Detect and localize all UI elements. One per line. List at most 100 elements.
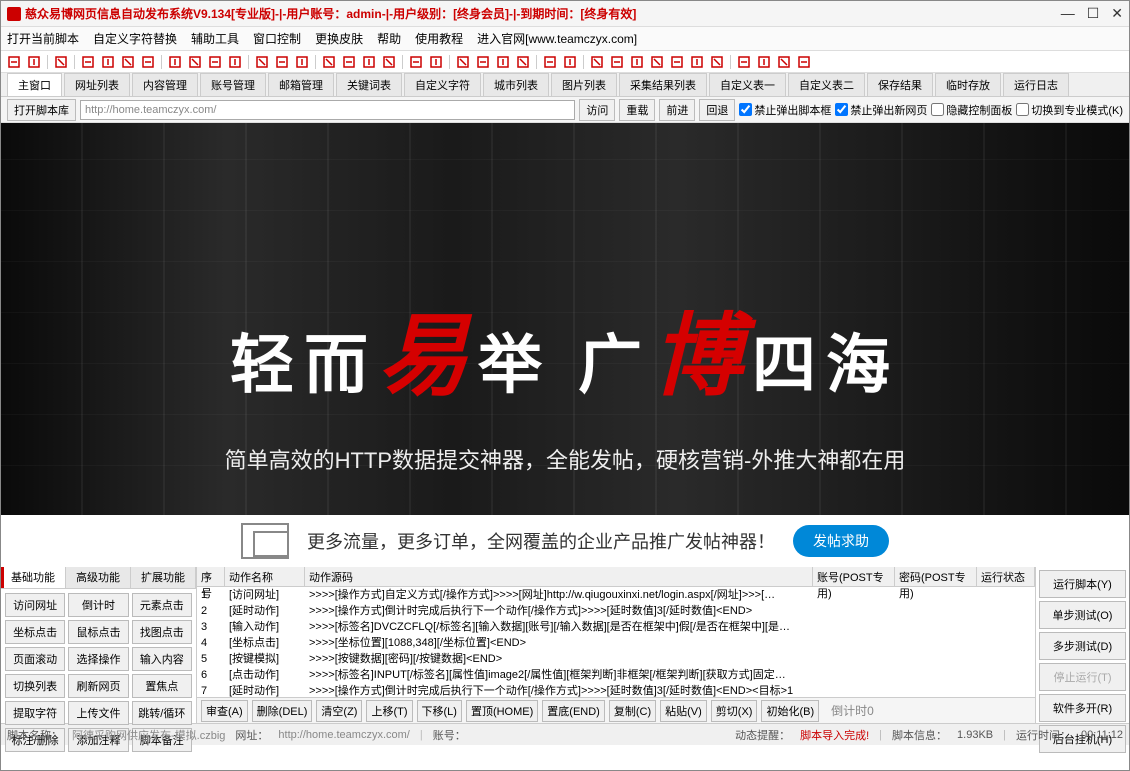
side-button[interactable]: 切换列表 bbox=[5, 674, 65, 698]
table-row[interactable]: 6[点击动作]>>>>[标签名]INPUT[/标签名][属性值]image2[/… bbox=[197, 667, 1035, 683]
col-src[interactable]: 动作源码 bbox=[305, 567, 813, 586]
toolbar-icon[interactable] bbox=[228, 55, 242, 69]
side-button[interactable]: 刷新网页 bbox=[68, 674, 128, 698]
side-button[interactable]: 鼠标点击 bbox=[68, 620, 128, 644]
side-button[interactable]: 选择操作 bbox=[68, 647, 128, 671]
toolbar-icon[interactable] bbox=[168, 55, 182, 69]
table-row[interactable]: 3[输入动作]>>>>[标签名]DVCZCFLQ[/标签名][输入数据][账号]… bbox=[197, 619, 1035, 635]
menu-item[interactable]: 打开当前脚本 bbox=[7, 30, 79, 47]
action-button[interactable]: 置顶(HOME) bbox=[466, 700, 538, 722]
side-tab[interactable]: 高级功能 bbox=[66, 567, 131, 588]
right-button[interactable]: 单步测试(O) bbox=[1039, 601, 1126, 629]
action-button[interactable]: 复制(C) bbox=[609, 700, 656, 722]
right-button[interactable]: 多步测试(D) bbox=[1039, 632, 1126, 660]
main-tab[interactable]: 临时存放 bbox=[935, 73, 1001, 96]
action-button[interactable]: 初始化(B) bbox=[761, 700, 819, 722]
pro-mode-checkbox[interactable]: 切换到专业模式(K) bbox=[1016, 102, 1123, 118]
toolbar-icon[interactable] bbox=[797, 55, 811, 69]
col-seq[interactable]: 序号 bbox=[197, 567, 225, 586]
main-tab[interactable]: 自定义字符 bbox=[404, 73, 481, 96]
menu-item[interactable]: 辅助工具 bbox=[191, 30, 239, 47]
side-tab[interactable]: 扩展功能 bbox=[131, 567, 196, 588]
toolbar-icon[interactable] bbox=[27, 55, 41, 69]
toolbar-icon[interactable] bbox=[121, 55, 135, 69]
main-tab[interactable]: 账号管理 bbox=[200, 73, 266, 96]
toolbar-icon[interactable] bbox=[496, 55, 510, 69]
toolbar-icon[interactable] bbox=[141, 55, 155, 69]
post-help-button[interactable]: 发帖求助 bbox=[793, 525, 889, 557]
side-button[interactable]: 页面滚动 bbox=[5, 647, 65, 671]
action-button[interactable]: 审查(A) bbox=[201, 700, 248, 722]
right-button[interactable]: 软件多开(R) bbox=[1039, 694, 1126, 722]
menu-item[interactable]: 更换皮肤 bbox=[315, 30, 363, 47]
table-row[interactable]: 5[按键模拟]>>>>[按键数据][密码][/按键数据]<END> bbox=[197, 651, 1035, 667]
side-button[interactable]: 元素点击 bbox=[132, 593, 192, 617]
toolbar-icon[interactable] bbox=[101, 55, 115, 69]
toolbar-icon[interactable] bbox=[630, 55, 644, 69]
toolbar-icon[interactable] bbox=[429, 55, 443, 69]
maximize-button[interactable]: ☐ bbox=[1087, 5, 1100, 22]
right-button[interactable]: 运行脚本(Y) bbox=[1039, 570, 1126, 598]
side-button[interactable]: 输入内容 bbox=[132, 647, 192, 671]
action-button[interactable]: 剪切(X) bbox=[711, 700, 758, 722]
main-tab[interactable]: 关键词表 bbox=[336, 73, 402, 96]
toolbar-icon[interactable] bbox=[255, 55, 269, 69]
main-tab[interactable]: 邮箱管理 bbox=[268, 73, 334, 96]
col-name[interactable]: 动作名称 bbox=[225, 567, 305, 586]
main-tab[interactable]: 保存结果 bbox=[867, 73, 933, 96]
table-row[interactable]: 2[延时动作]>>>>[操作方式]倒计时完成后执行下一个动作[/操作方式]>>>… bbox=[197, 603, 1035, 619]
col-post[interactable]: 账号(POST专用) bbox=[813, 567, 895, 586]
toolbar-icon[interactable] bbox=[456, 55, 470, 69]
side-button[interactable]: 上传文件 bbox=[68, 701, 128, 725]
toolbar-icon[interactable] bbox=[610, 55, 624, 69]
main-tab[interactable]: 采集结果列表 bbox=[619, 73, 707, 96]
table-row[interactable]: 1[访问网址]>>>>[操作方式]自定义方式[/操作方式]>>>>[网址]htt… bbox=[197, 587, 1035, 603]
main-tab[interactable]: 城市列表 bbox=[483, 73, 549, 96]
side-button[interactable]: 置焦点 bbox=[132, 674, 192, 698]
side-button[interactable]: 跳转/循环 bbox=[132, 701, 192, 725]
menu-item[interactable]: 窗口控制 bbox=[253, 30, 301, 47]
toolbar-icon[interactable] bbox=[342, 55, 356, 69]
toolbar-icon[interactable] bbox=[690, 55, 704, 69]
main-tab[interactable]: 图片列表 bbox=[551, 73, 617, 96]
menu-item[interactable]: 使用教程 bbox=[415, 30, 463, 47]
toolbar-icon[interactable] bbox=[382, 55, 396, 69]
col-state[interactable]: 运行状态 bbox=[977, 567, 1035, 586]
disable-popup-script-checkbox[interactable]: 禁止弹出脚本框 bbox=[739, 102, 831, 118]
back-button[interactable]: 回退 bbox=[699, 99, 735, 121]
side-button[interactable]: 倒计时 bbox=[68, 593, 128, 617]
menu-item[interactable]: 自定义字符替换 bbox=[93, 30, 177, 47]
menu-item[interactable]: 进入官网[www.teamczyx.com] bbox=[477, 30, 637, 47]
toolbar-icon[interactable] bbox=[7, 55, 21, 69]
toolbar-icon[interactable] bbox=[543, 55, 557, 69]
side-button[interactable]: 提取字符 bbox=[5, 701, 65, 725]
toolbar-icon[interactable] bbox=[737, 55, 751, 69]
toolbar-icon[interactable] bbox=[516, 55, 530, 69]
forward-button[interactable]: 前进 bbox=[659, 99, 695, 121]
open-script-lib-button[interactable]: 打开脚本库 bbox=[7, 99, 76, 121]
main-tab[interactable]: 自定义表二 bbox=[788, 73, 865, 96]
visit-button[interactable]: 访问 bbox=[579, 99, 615, 121]
toolbar-icon[interactable] bbox=[295, 55, 309, 69]
toolbar-icon[interactable] bbox=[409, 55, 423, 69]
hide-control-panel-checkbox[interactable]: 隐藏控制面板 bbox=[931, 102, 1012, 118]
toolbar-icon[interactable] bbox=[322, 55, 336, 69]
col-pwd[interactable]: 密码(POST专用) bbox=[895, 567, 977, 586]
toolbar-icon[interactable] bbox=[188, 55, 202, 69]
side-tab[interactable]: 基础功能 bbox=[1, 567, 66, 588]
toolbar-icon[interactable] bbox=[275, 55, 289, 69]
disable-popup-page-checkbox[interactable]: 禁止弹出新网页 bbox=[835, 102, 927, 118]
action-button[interactable]: 粘贴(V) bbox=[660, 700, 707, 722]
close-button[interactable]: ✕ bbox=[1111, 5, 1123, 22]
toolbar-icon[interactable] bbox=[590, 55, 604, 69]
main-tab[interactable]: 主窗口 bbox=[7, 73, 62, 96]
reload-button[interactable]: 重载 bbox=[619, 99, 655, 121]
toolbar-icon[interactable] bbox=[563, 55, 577, 69]
toolbar-icon[interactable] bbox=[81, 55, 95, 69]
toolbar-icon[interactable] bbox=[710, 55, 724, 69]
toolbar-icon[interactable] bbox=[757, 55, 771, 69]
toolbar-icon[interactable] bbox=[670, 55, 684, 69]
action-button[interactable]: 删除(DEL) bbox=[252, 700, 313, 722]
main-tab[interactable]: 自定义表一 bbox=[709, 73, 786, 96]
side-button[interactable]: 找图点击 bbox=[132, 620, 192, 644]
